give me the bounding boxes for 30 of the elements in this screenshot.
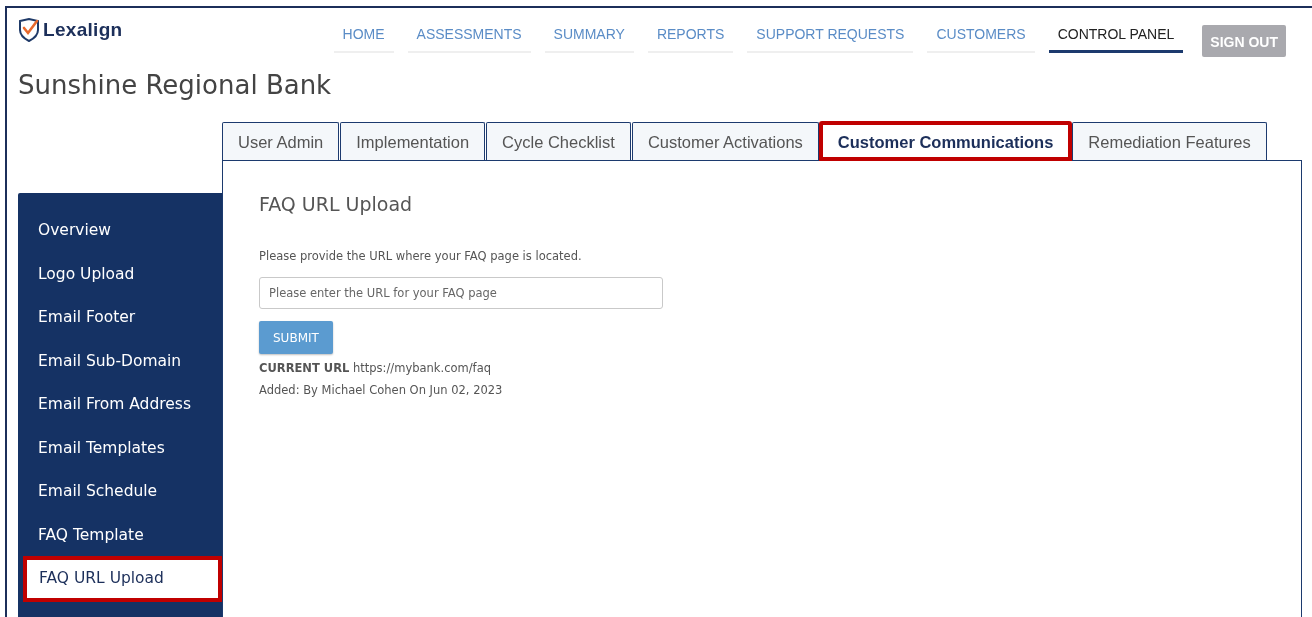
nav-link[interactable]: REPORTS xyxy=(647,22,734,53)
added-by-text: Added: By Michael Cohen On Jun 02, 2023 xyxy=(259,382,504,398)
tab[interactable]: Customer Activations xyxy=(631,122,819,160)
section-heading: FAQ URL Upload xyxy=(259,193,414,215)
sidebar-item[interactable]: FAQ URL Upload xyxy=(24,557,221,601)
nav-link[interactable]: CUSTOMERS xyxy=(927,22,1035,53)
page-title: Sunshine Regional Bank xyxy=(17,69,333,102)
sidebar-item[interactable]: Overview xyxy=(18,209,222,253)
sidebar-item[interactable]: FAQ Template xyxy=(18,513,222,557)
nav-link[interactable]: SUPPORT REQUESTS xyxy=(747,22,914,53)
tab[interactable]: Cycle Checklist xyxy=(486,122,631,160)
nav-link[interactable]: CONTROL PANEL xyxy=(1048,22,1184,53)
instruction-text: Please provide the URL where your FAQ page is located. xyxy=(259,249,583,263)
current-url-text: CURRENT URL https://mybank.com/faq xyxy=(259,360,492,376)
sidebar-item[interactable]: Email From Address xyxy=(18,383,222,427)
tab[interactable]: Customer Communications xyxy=(819,122,1072,160)
sidebar-item[interactable]: Email Sub-Domain xyxy=(18,339,222,383)
sidebar-item[interactable]: Email Schedule xyxy=(18,470,222,514)
tab[interactable]: Implementation xyxy=(340,122,486,160)
sidebar-item[interactable]: Logo Upload xyxy=(18,252,222,296)
nav-link[interactable]: HOME xyxy=(333,22,394,53)
url-input-field[interactable]: Please enter the URL for your FAQ page xyxy=(259,277,663,309)
tab[interactable]: User Admin xyxy=(222,122,340,160)
sidebar-item[interactable]: Email Templates xyxy=(18,426,222,470)
sidebar-item[interactable]: Email Footer xyxy=(18,296,222,340)
tab[interactable]: Remediation Features xyxy=(1072,122,1267,160)
nav-link[interactable]: ASSESSMENTS xyxy=(407,22,531,53)
logo-text: Lexalign xyxy=(43,19,123,41)
shield-check-icon xyxy=(18,18,40,42)
nav-link[interactable]: SUMMARY xyxy=(544,22,634,53)
